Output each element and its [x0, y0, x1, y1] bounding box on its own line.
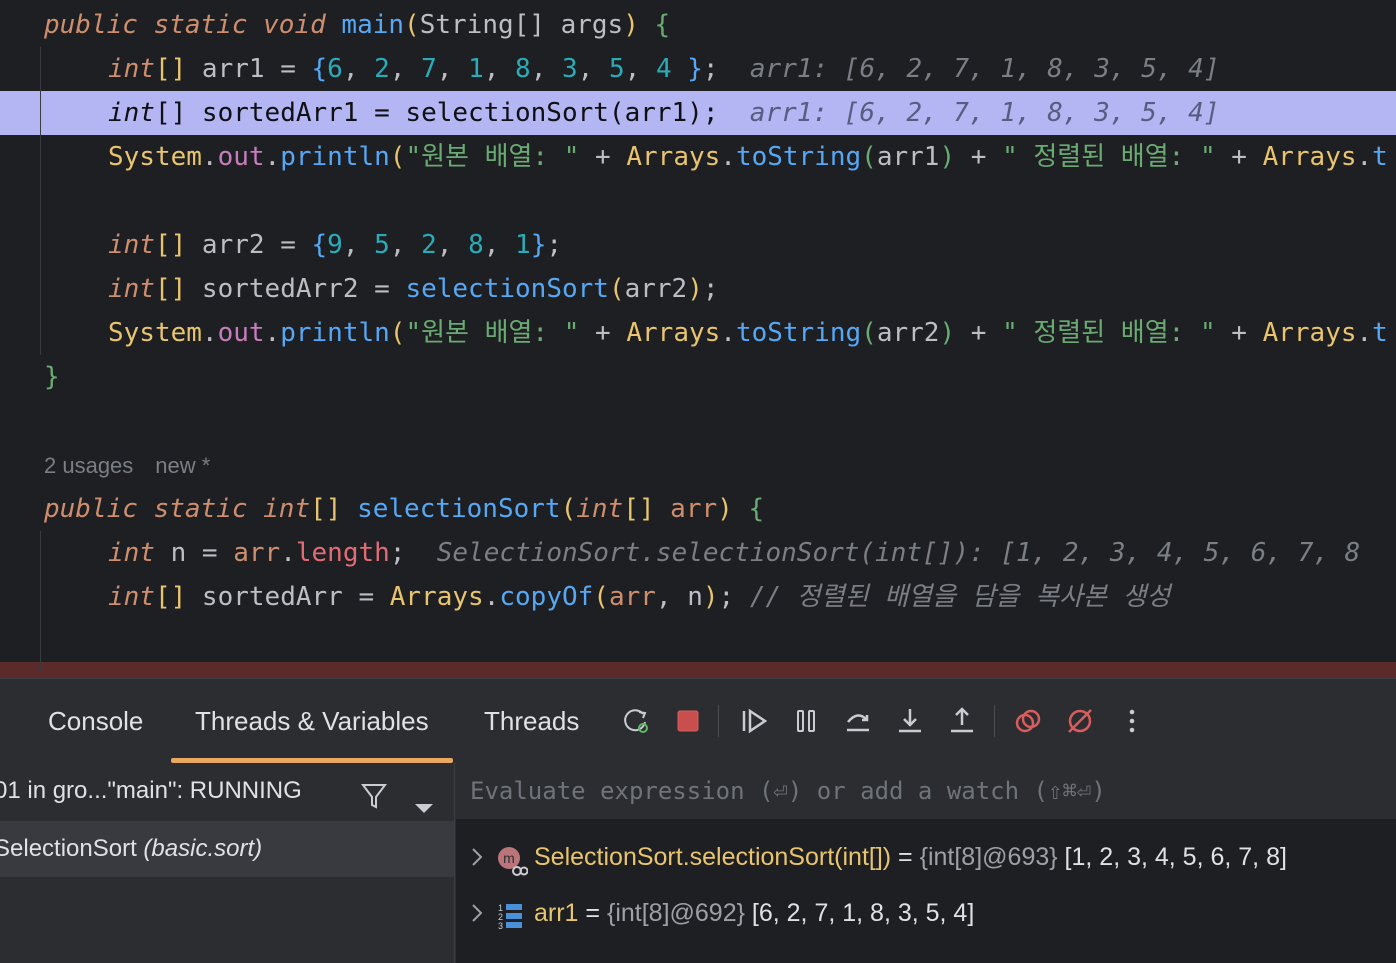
- inline-value-hint: arr1: [6, 2, 7, 1, 8, 3, 5, 4]: [749, 54, 1220, 84]
- variable-equals: =: [891, 843, 920, 871]
- step-into-icon[interactable]: [888, 699, 932, 743]
- tab-threads[interactable]: Threads: [460, 679, 603, 763]
- code-vision-usages[interactable]: 2 usages new *: [44, 450, 232, 482]
- indent-guide: [40, 531, 41, 671]
- code-line-copyof: int[] sortedArr = Arrays.copyOf(arr, n);…: [108, 582, 1171, 612]
- method-return-icon: m: [496, 841, 529, 876]
- inline-return-value-hint: SelectionSort.selectionSort(int[]): [1, …: [436, 538, 1361, 568]
- step-over-icon[interactable]: [836, 699, 880, 743]
- code-line-main-signature: public static void main(String[] args) {: [44, 10, 671, 40]
- debug-tool-window: Console Threads & Variables Threads 01 i…: [0, 678, 1396, 963]
- variable-reference: {int[8]@692}: [606, 899, 745, 927]
- toolbar-separator: [718, 705, 719, 737]
- variable-value: [6, 2, 7, 1, 8, 3, 5, 4]: [744, 899, 975, 927]
- code-line-arr1-declaration: int[] arr1 = {6, 2, 7, 1, 8, 3, 5, 4 }; …: [108, 54, 1220, 84]
- resume-icon[interactable]: [732, 699, 776, 743]
- code-line-breakpoint: [0, 662, 1396, 678]
- thread-selector[interactable]: 01 in gro..."main": RUNNING: [0, 763, 454, 819]
- code-line-n-length: int n = arr.length; SelectionSort.select…: [108, 538, 1361, 568]
- svg-text:3: 3: [498, 921, 503, 931]
- code-comment: // 정렬된 배열을 담을 복사본 생성: [749, 582, 1171, 612]
- view-breakpoints-icon[interactable]: [1006, 699, 1050, 743]
- author-tag: new *: [155, 453, 211, 478]
- chevron-right-icon[interactable]: [470, 885, 484, 962]
- frames-pane: 01 in gro..."main": RUNNING SelectionSor…: [0, 763, 455, 963]
- stack-frame-row[interactable]: SelectionSort (basic.sort): [0, 821, 454, 877]
- variable-value: [1, 2, 3, 4, 5, 6, 7, 8]: [1057, 843, 1287, 871]
- variable-equals: =: [578, 899, 607, 927]
- svg-text:m: m: [503, 850, 515, 866]
- debug-tab-bar: Console Threads & Variables Threads: [0, 679, 1396, 763]
- variables-pane: m SelectionSort.selectionSort(int[]) = {…: [456, 763, 1396, 963]
- stop-icon[interactable]: [666, 699, 710, 743]
- variable-row[interactable]: m SelectionSort.selectionSort(int[]) = {…: [456, 829, 1396, 885]
- code-line-println-arr1: System.out.println("원본 배열: " + Arrays.to…: [108, 142, 1388, 172]
- rerun-debug-icon[interactable]: [614, 699, 658, 743]
- usages-count[interactable]: 2 usages: [44, 453, 133, 478]
- toolbar-separator: [994, 705, 995, 737]
- tab-console[interactable]: Console: [24, 679, 167, 763]
- mute-breakpoints-icon[interactable]: [1058, 699, 1102, 743]
- variable-name: SelectionSort.selectionSort(int[]): [534, 843, 892, 871]
- variable-row[interactable]: 123 arr1 = {int[8]@692} [6, 2, 7, 1, 8, …: [456, 885, 1396, 941]
- code-line-main-close: }: [44, 362, 60, 392]
- frame-package: (basic.sort): [143, 835, 263, 862]
- frame-class: SelectionSort: [0, 835, 137, 862]
- inline-value-hint: arr1: [6, 2, 7, 1, 8, 3, 5, 4]: [749, 98, 1220, 128]
- code-line-current-execution: int[] sortedArr1 = selectionSort(arr1); …: [0, 91, 1396, 135]
- evaluate-expression-input[interactable]: [456, 763, 1396, 819]
- indent-guide: [40, 47, 41, 355]
- variable-reference: {int[8]@693}: [919, 843, 1058, 871]
- more-options-icon[interactable]: [1110, 699, 1154, 743]
- array-icon: 123: [496, 897, 528, 931]
- variable-name: arr1: [534, 899, 579, 927]
- code-line-selectionsort-signature: public static int[] selectionSort(int[] …: [44, 494, 765, 524]
- code-line-sorted-arr2: int[] sortedArr2 = selectionSort(arr2);: [108, 274, 719, 304]
- pause-icon[interactable]: [784, 699, 828, 743]
- code-editor[interactable]: public static void main(String[] args) {…: [0, 0, 1396, 678]
- step-out-icon[interactable]: [940, 699, 984, 743]
- code-line-arr2-declaration: int[] arr2 = {9, 5, 2, 8, 1};: [108, 230, 563, 260]
- tab-threads-variables[interactable]: Threads & Variables: [171, 679, 453, 763]
- code-line-println-arr2: System.out.println("원본 배열: " + Arrays.to…: [108, 318, 1388, 348]
- thread-selector-label: 01 in gro..."main": RUNNING: [0, 777, 302, 804]
